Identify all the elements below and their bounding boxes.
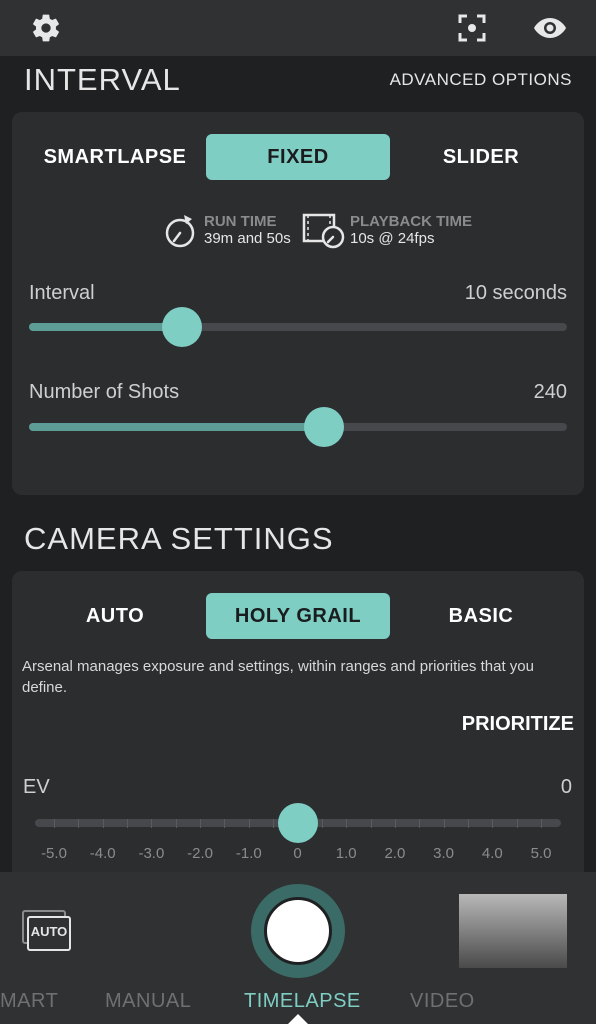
- ev-tick-mark: [54, 819, 55, 828]
- ev-tick-label: 0: [293, 845, 302, 862]
- interval-value: 10 seconds: [464, 282, 567, 304]
- interval-slider-fill: [29, 323, 183, 331]
- eye-icon[interactable]: [530, 8, 570, 48]
- timer-icon: [164, 213, 198, 249]
- tab-smartlapse[interactable]: SMARTLAPSE: [30, 134, 200, 180]
- ev-tick-label: 5.0: [530, 845, 552, 862]
- active-mode-indicator: [288, 1014, 308, 1024]
- interval-section-title: INTERVAL: [24, 62, 181, 97]
- ev-tick-mark: [224, 819, 226, 828]
- shutter-inner: [264, 897, 332, 965]
- tab-slider[interactable]: SLIDER: [396, 134, 566, 180]
- shots-slider-fill: [29, 423, 324, 431]
- mode-manual[interactable]: MANUAL: [105, 990, 191, 1013]
- ev-tick-mark: [443, 819, 445, 828]
- ev-tick-mark: [516, 819, 518, 828]
- gallery-thumbnail[interactable]: [459, 894, 567, 968]
- run-time-value: 39m and 50s: [204, 230, 291, 247]
- ev-label: EV: [23, 776, 50, 798]
- tab-fixed[interactable]: FIXED: [206, 134, 390, 180]
- camera-section-title: CAMERA SETTINGS: [24, 521, 334, 556]
- ev-tick-mark: [394, 819, 396, 828]
- shots-slider-track[interactable]: [29, 423, 567, 431]
- ev-tick-mark: [175, 819, 177, 828]
- advanced-options-link[interactable]: ADVANCED OPTIONS: [390, 70, 572, 90]
- interval-slider-track[interactable]: [29, 323, 567, 331]
- ev-slider-knob[interactable]: [277, 803, 318, 843]
- holy-grail-description: Arsenal manages exposure and settings, w…: [22, 658, 534, 696]
- focus-frame-icon[interactable]: [452, 8, 492, 48]
- ev-tick-label: 2.0: [384, 845, 406, 862]
- mode-smart[interactable]: MART: [0, 990, 58, 1013]
- shots-slider-knob[interactable]: [303, 407, 344, 447]
- ev-tick-mark: [102, 819, 104, 828]
- ev-tick-mark: [370, 819, 372, 828]
- gear-icon[interactable]: [26, 8, 66, 48]
- shots-value: 240: [533, 381, 567, 403]
- ev-tick-mark: [248, 819, 250, 828]
- run-time-label: RUN TIME: [204, 213, 277, 230]
- ev-tick-label: -3.0: [138, 845, 165, 862]
- ev-tick-label: -5.0: [41, 845, 67, 862]
- ev-tick-label: -2.0: [187, 845, 214, 862]
- ev-tick-mark: [419, 819, 421, 828]
- film-clock-icon: [302, 212, 346, 250]
- ev-tick-label: -4.0: [89, 845, 116, 862]
- ev-tick-mark: [467, 819, 469, 828]
- ev-tick-label: 3.0: [433, 845, 455, 862]
- ev-tick-label: -1.0: [235, 845, 262, 862]
- ev-tick-mark: [346, 819, 348, 828]
- tab-basic[interactable]: BASIC: [396, 593, 566, 639]
- mode-video[interactable]: VIDEO: [410, 990, 475, 1013]
- ev-value: 0: [560, 776, 572, 798]
- auto-photos-icon[interactable]: AUTO: [22, 910, 72, 952]
- prioritize-button[interactable]: PRIORITIZE: [462, 713, 574, 736]
- ev-tick-mark: [78, 819, 80, 828]
- ev-tick-mark: [273, 819, 275, 828]
- ev-tick-mark: [492, 819, 494, 828]
- playback-time-stat: PLAYBACK TIME 10s @ 24fps: [350, 213, 472, 247]
- ev-tick-label: 4.0: [481, 845, 503, 862]
- ev-tick-mark: [321, 819, 323, 828]
- ev-tick-mark: [541, 819, 542, 828]
- run-time-stat: RUN TIME 39m and 50s: [204, 213, 291, 247]
- tab-holy-grail[interactable]: HOLY GRAIL: [206, 593, 390, 639]
- ev-tick-mark: [151, 819, 153, 828]
- ev-tick-mark: [200, 819, 202, 828]
- playback-time-value: 10s @ 24fps: [350, 230, 435, 247]
- mode-timelapse[interactable]: TIMELAPSE: [244, 990, 361, 1013]
- playback-time-label: PLAYBACK TIME: [350, 213, 472, 230]
- auto-badge-text: AUTO: [30, 924, 68, 939]
- shots-label: Number of Shots: [29, 381, 180, 403]
- top-bar: [0, 0, 596, 56]
- interval-label: Interval: [29, 282, 95, 304]
- tab-auto[interactable]: AUTO: [30, 593, 200, 639]
- shutter-button[interactable]: [251, 884, 345, 978]
- ev-tick-label: 1.0: [335, 845, 357, 862]
- ev-tick-mark: [127, 819, 129, 828]
